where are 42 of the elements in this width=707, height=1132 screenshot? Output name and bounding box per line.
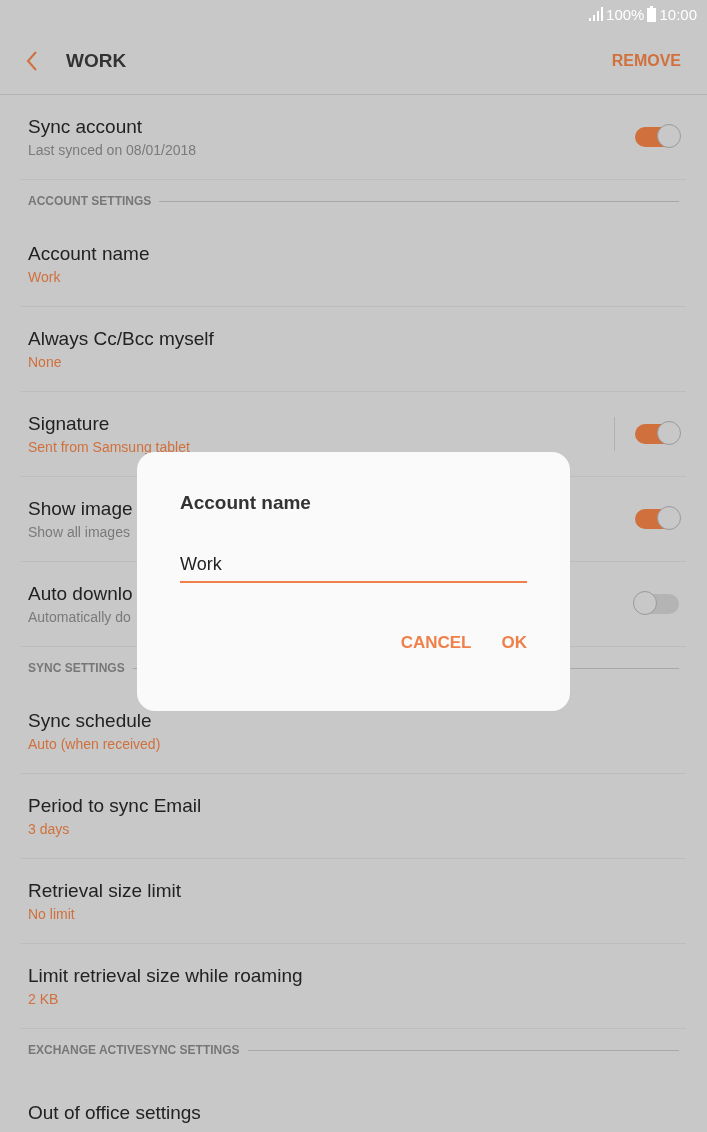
setting-title: Period to sync Email	[28, 795, 202, 817]
setting-value: Work	[28, 269, 62, 285]
setting-value: None	[28, 354, 63, 370]
settings-row[interactable]: Limit retrieval size while roaming 2 KB	[21, 944, 686, 1029]
setting-value: Show all images	[28, 524, 131, 540]
toggle-switch[interactable]	[635, 127, 679, 147]
setting-title: Show image	[28, 498, 133, 520]
setting-value: 3 days	[28, 821, 71, 837]
setting-title: Account name	[28, 243, 150, 265]
section-heading: SYNC SETTINGS	[28, 661, 125, 675]
back-button[interactable]	[26, 51, 38, 71]
setting-value: Last synced on 08/01/2018	[28, 142, 197, 158]
settings-row[interactable]: Sync account Last synced on 08/01/2018	[21, 95, 686, 180]
toggle-switch[interactable]	[635, 509, 679, 529]
setting-title: Out of office settings	[28, 1102, 201, 1124]
setting-value: Auto (when received)	[28, 736, 161, 752]
settings-row[interactable]: Account name Work	[21, 222, 686, 307]
section-heading: EXCHANGE ACTIVESYNC SETTINGS	[28, 1043, 240, 1057]
section-heading: ACCOUNT SETTINGS	[28, 194, 152, 208]
setting-title: Signature	[28, 413, 111, 435]
back-icon	[26, 51, 38, 71]
setting-title: Auto downlo	[28, 583, 133, 605]
dialog-title: Account name	[180, 492, 312, 514]
page-title: WORK	[66, 50, 128, 72]
setting-value: Automatically do	[28, 609, 132, 625]
setting-title: Retrieval size limit	[28, 880, 182, 902]
battery-icon	[647, 6, 657, 22]
setting-title: Sync account	[28, 116, 144, 138]
setting-title: Sync schedule	[28, 710, 153, 732]
settings-row[interactable]: Always Cc/Bcc myself None	[21, 307, 686, 392]
toggle-switch[interactable]	[635, 424, 679, 444]
settings-row[interactable]: Retrieval size limit No limit	[21, 859, 686, 944]
setting-value: No limit	[28, 906, 76, 922]
settings-row[interactable]: Out of office settings	[21, 1071, 686, 1132]
setting-value: 2 KB	[28, 991, 60, 1007]
toggle-switch[interactable]	[635, 594, 679, 614]
setting-title: Always Cc/Bcc myself	[28, 328, 214, 350]
setting-title: Limit retrieval size while roaming	[28, 965, 303, 987]
text-field[interactable]: Work	[180, 554, 527, 583]
settings-row[interactable]: Period to sync Email 3 days	[21, 774, 686, 859]
signal-icon	[589, 7, 604, 21]
setting-value: Sent from Samsung tablet	[28, 439, 190, 455]
